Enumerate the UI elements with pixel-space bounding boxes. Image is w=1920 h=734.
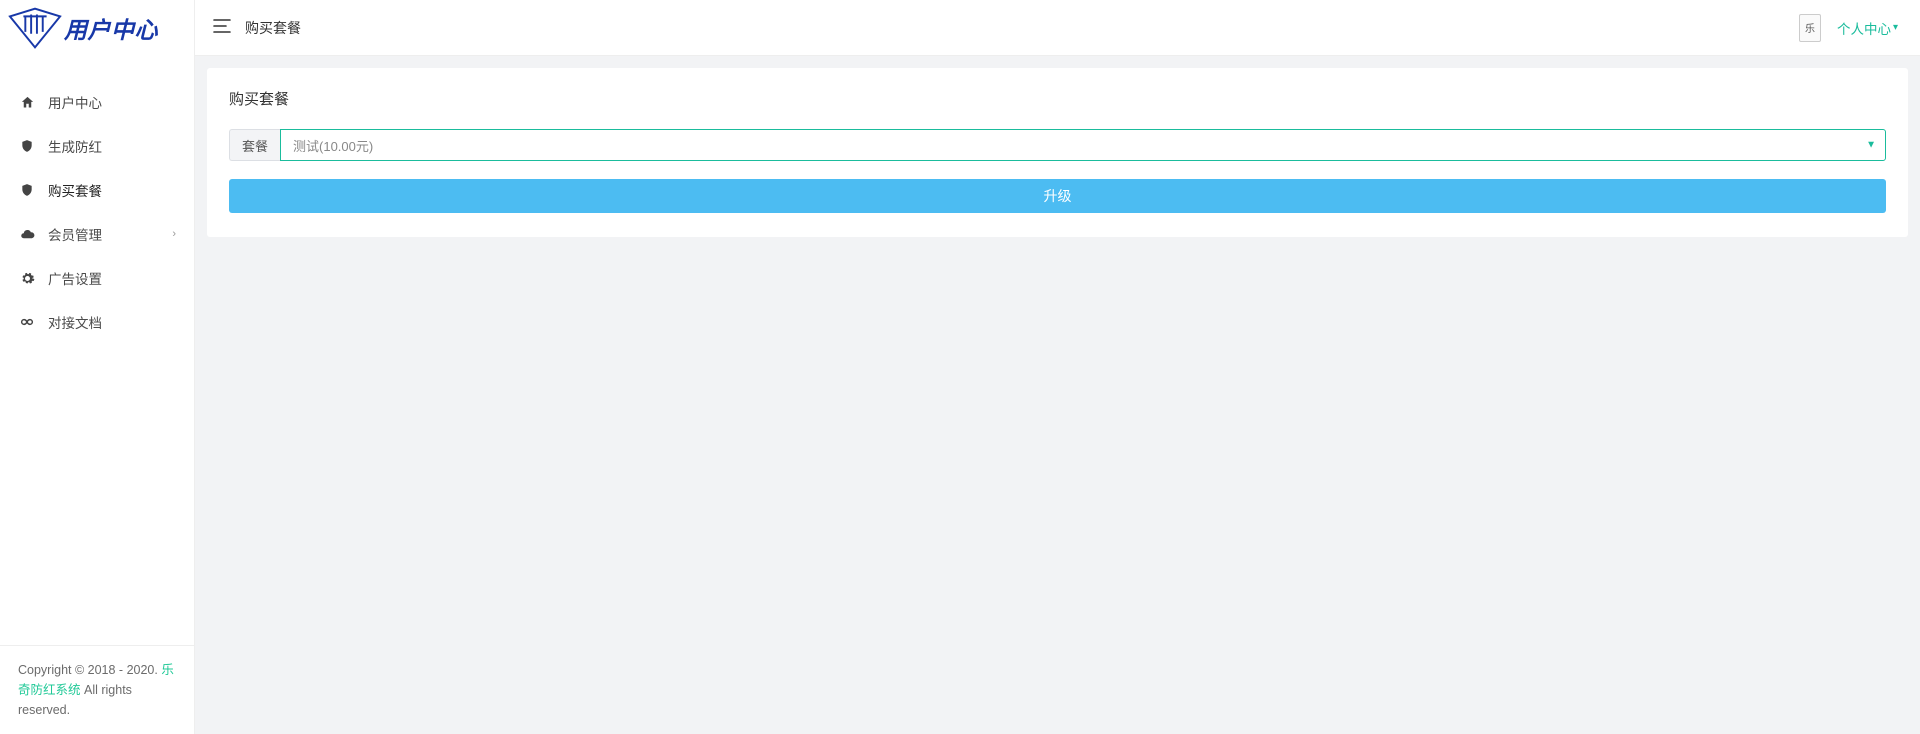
chevron-right-icon: ›: [172, 228, 176, 240]
package-select[interactable]: [280, 129, 1886, 161]
main-area: 购买套餐 乐 个人中心 ▾ 购买套餐 套餐 ▼: [195, 0, 1920, 734]
sidebar-item-docs[interactable]: 对接文档: [0, 300, 194, 344]
package-select-row: 套餐 ▼: [229, 129, 1886, 161]
sidebar-item-label: 广告设置: [48, 268, 176, 288]
brand-logo: 用户中心: [0, 0, 194, 56]
sidebar-item-member-mgmt[interactable]: 会员管理 ›: [0, 212, 194, 256]
sidebar-item-label: 会员管理: [48, 224, 172, 244]
user-dropdown[interactable]: 个人中心 ▾: [1837, 18, 1898, 38]
brand-name: 用户中心: [64, 11, 158, 45]
content: 购买套餐 套餐 ▼ 升级: [195, 56, 1920, 249]
shield-icon: [18, 181, 36, 199]
footer-prefix: Copyright © 2018 - 2020.: [18, 663, 161, 677]
gear-icon: [18, 269, 36, 287]
sidebar-item-label: 用户中心: [48, 92, 176, 112]
topbar: 购买套餐 乐 个人中心 ▾: [195, 0, 1920, 56]
package-select-wrap: ▼: [280, 129, 1886, 161]
sidebar-nav: 用户中心 生成防红 购买套餐 会员管理 ›: [0, 56, 194, 344]
sidebar-item-label: 生成防红: [48, 136, 176, 156]
footer-copyright: Copyright © 2018 - 2020. 乐奇防红系统 All righ…: [0, 645, 194, 734]
sidebar-item-label: 购买套餐: [48, 180, 176, 200]
diamond-logo-icon: [6, 4, 64, 52]
user-area: 乐 个人中心 ▾: [1799, 14, 1898, 42]
page-title: 购买套餐: [245, 18, 301, 38]
chevron-down-icon: ▾: [1893, 22, 1898, 33]
buy-package-card: 购买套餐 套餐 ▼ 升级: [207, 68, 1908, 237]
shield-icon: [18, 137, 36, 155]
avatar[interactable]: 乐: [1799, 14, 1821, 42]
sidebar-item-label: 对接文档: [48, 312, 176, 332]
cloud-icon: [18, 225, 36, 243]
upgrade-button[interactable]: 升级: [229, 179, 1886, 213]
home-icon: [18, 93, 36, 111]
sidebar-item-gen-antired[interactable]: 生成防红: [0, 124, 194, 168]
package-addon-label: 套餐: [229, 129, 280, 161]
sidebar-item-ad-settings[interactable]: 广告设置: [0, 256, 194, 300]
menu-toggle-icon[interactable]: [213, 19, 231, 36]
card-title: 购买套餐: [229, 88, 1886, 109]
sidebar-item-user-center[interactable]: 用户中心: [0, 80, 194, 124]
infinity-icon: [18, 313, 36, 331]
sidebar: 用户中心 用户中心 生成防红 购买套餐: [0, 0, 195, 734]
sidebar-item-buy-package[interactable]: 购买套餐: [0, 168, 194, 212]
user-dropdown-label: 个人中心: [1837, 18, 1891, 38]
